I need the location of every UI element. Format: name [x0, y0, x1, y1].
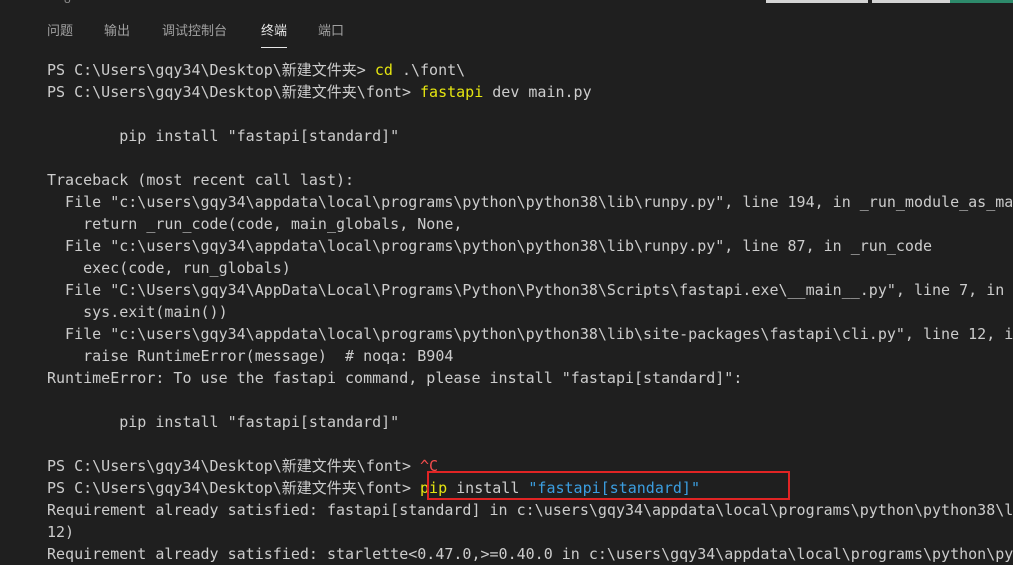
terminal-text: 12): [47, 523, 75, 541]
terminal-text: dev main.py: [483, 83, 592, 101]
top-right-accent: [950, 0, 1013, 3]
terminal-line: return _run_code(code, main_globals, Non…: [47, 213, 1013, 235]
terminal-text: fastapi: [420, 83, 484, 101]
top-glyph: 8: [64, 0, 71, 6]
top-right-divider: [868, 0, 872, 3]
terminal-line: exec(code, run_globals): [47, 257, 1013, 279]
terminal-text: sys.exit(main()): [47, 303, 228, 321]
terminal-line: raise RuntimeError(message) # noqa: B904: [47, 345, 1013, 367]
terminal-line: Requirement already satisfied: fastapi[s…: [47, 499, 1013, 521]
terminal-line: 12): [47, 521, 1013, 543]
terminal-text: pip install "fastapi[standard]": [47, 413, 400, 431]
tab-debug-console[interactable]: 调试控制台: [162, 22, 227, 44]
terminal-line: File "c:\users\gqy34\appdata\local\progr…: [47, 191, 1013, 213]
terminal-line: File "c:\users\gqy34\appdata\local\progr…: [47, 235, 1013, 257]
terminal-text: PS C:\Users\gqy34\Desktop\新建文件夹\font>: [47, 83, 421, 101]
terminal-text: cd: [374, 61, 393, 79]
terminal-line: RuntimeError: To use the fastapi command…: [47, 367, 1013, 389]
terminal-text: PS C:\Users\gqy34\Desktop\新建文件夹\font>: [47, 479, 421, 497]
terminal-text: File "C:\Users\gqy34\AppData\Local\Progr…: [47, 281, 1013, 299]
terminal-line: pip install "fastapi[standard]": [47, 411, 1013, 433]
tab-terminal[interactable]: 终端: [261, 22, 288, 48]
terminal-text: File "c:\users\gqy34\appdata\local\progr…: [47, 193, 1013, 211]
terminal-text: Traceback (most recent call last):: [47, 171, 355, 189]
terminal-text: .\font\: [392, 61, 466, 79]
tab-problems[interactable]: 问题: [47, 22, 73, 44]
terminal-line: Requirement already satisfied: starlette…: [47, 543, 1013, 565]
terminal-text: raise RuntimeError(message) # noqa: B904: [47, 347, 454, 365]
terminal-line: pip install "fastapi[standard]": [47, 125, 1013, 147]
terminal-line: sys.exit(main()): [47, 301, 1013, 323]
terminal-text: PS C:\Users\gqy34\Desktop\新建文件夹\font>: [47, 457, 421, 475]
terminal-line: Traceback (most recent call last):: [47, 169, 1013, 191]
panel-tab-bar: 问题 输出 调试控制台 终端 端口: [0, 14, 1013, 50]
terminal-text: return _run_code(code, main_globals, Non…: [47, 215, 463, 233]
tab-output[interactable]: 输出: [104, 22, 130, 44]
terminal-text: RuntimeError: To use the fastapi command…: [47, 369, 743, 387]
terminal-line: File "C:\Users\gqy34\AppData\Local\Progr…: [47, 279, 1013, 301]
terminal-line: File "c:\users\gqy34\appdata\local\progr…: [47, 323, 1013, 345]
terminal-text: File "c:\users\gqy34\appdata\local\progr…: [47, 325, 1013, 343]
tab-ports[interactable]: 端口: [318, 22, 344, 44]
terminal-text: pip install "fastapi[standard]": [47, 127, 400, 145]
top-strip: [0, 0, 1013, 6]
terminal-text: PS C:\Users\gqy34\Desktop\新建文件夹>: [47, 61, 375, 79]
terminal-text: File "c:\users\gqy34\appdata\local\progr…: [47, 237, 933, 255]
terminal-text: exec(code, run_globals): [47, 259, 291, 277]
terminal-text: Requirement already satisfied: fastapi[s…: [47, 501, 1013, 519]
highlight-box: [427, 471, 790, 500]
terminal-line: PS C:\Users\gqy34\Desktop\新建文件夹> cd .\fo…: [47, 59, 1013, 81]
terminal-text: Requirement already satisfied: starlette…: [47, 545, 1013, 563]
terminal-line: PS C:\Users\gqy34\Desktop\新建文件夹\font> fa…: [47, 81, 1013, 103]
